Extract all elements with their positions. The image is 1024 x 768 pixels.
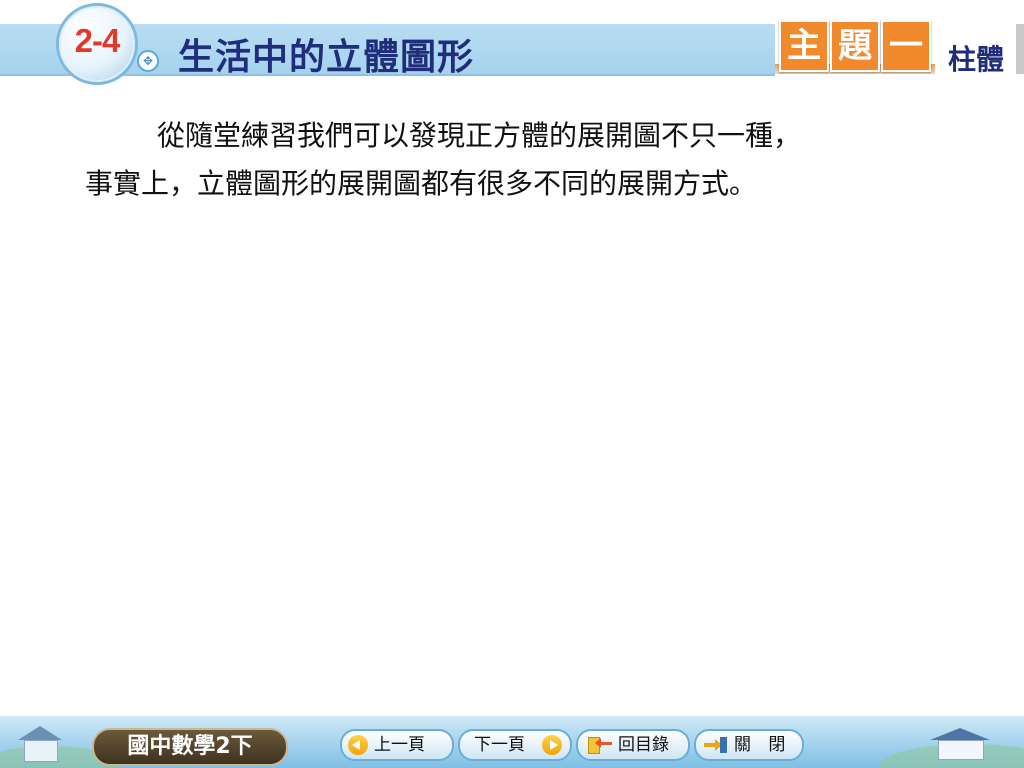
toc-icon	[588, 737, 614, 754]
next-page-label: 下一頁	[474, 735, 525, 755]
content-text: 從隨堂練習我們可以發現正方體的展開圖不只一種， 事實上，立體圖形的展開圖都有很多…	[85, 112, 955, 208]
section-badge: 2-4	[56, 3, 138, 85]
close-button[interactable]: 關 閉	[694, 729, 804, 761]
section-title: 生活中的立體圖形	[178, 37, 475, 78]
footer-house-icon-right	[930, 728, 990, 760]
close-label: 關 閉	[734, 735, 792, 755]
next-page-button[interactable]: 下一頁	[458, 729, 572, 761]
exit-icon	[704, 737, 728, 753]
book-title: 國中數學2下	[92, 728, 288, 766]
compass-icon: ✥	[137, 50, 159, 72]
toc-label: 回目錄	[618, 735, 669, 755]
footer-house-icon	[18, 726, 62, 762]
topic-name: 柱體	[947, 43, 1004, 76]
paragraph-line-2: 事實上，立體圖形的展開圖都有很多不同的展開方式。	[85, 167, 758, 200]
next-arrow-icon	[542, 735, 562, 755]
topic-char-2: 題	[830, 20, 880, 72]
prev-page-label: 上一頁	[374, 735, 425, 755]
prev-arrow-icon	[348, 735, 368, 755]
header-right-edge	[1016, 24, 1024, 74]
paragraph-line-1: 從隨堂練習我們可以發現正方體的展開圖不只一種，	[157, 119, 802, 152]
prev-page-button[interactable]: 上一頁	[340, 729, 454, 761]
table-of-contents-button[interactable]: 回目錄	[576, 729, 690, 761]
topic-char-3: 一	[881, 20, 931, 72]
footer-bar: 國中數學2下 上一頁 下一頁 回目錄 關 閉	[0, 716, 1024, 768]
header: 2-4 ✥ 生活中的立體圖形 主 題 一 柱體	[0, 0, 1024, 85]
section-number: 2-4	[74, 22, 121, 59]
topic-char-1: 主	[779, 20, 829, 72]
